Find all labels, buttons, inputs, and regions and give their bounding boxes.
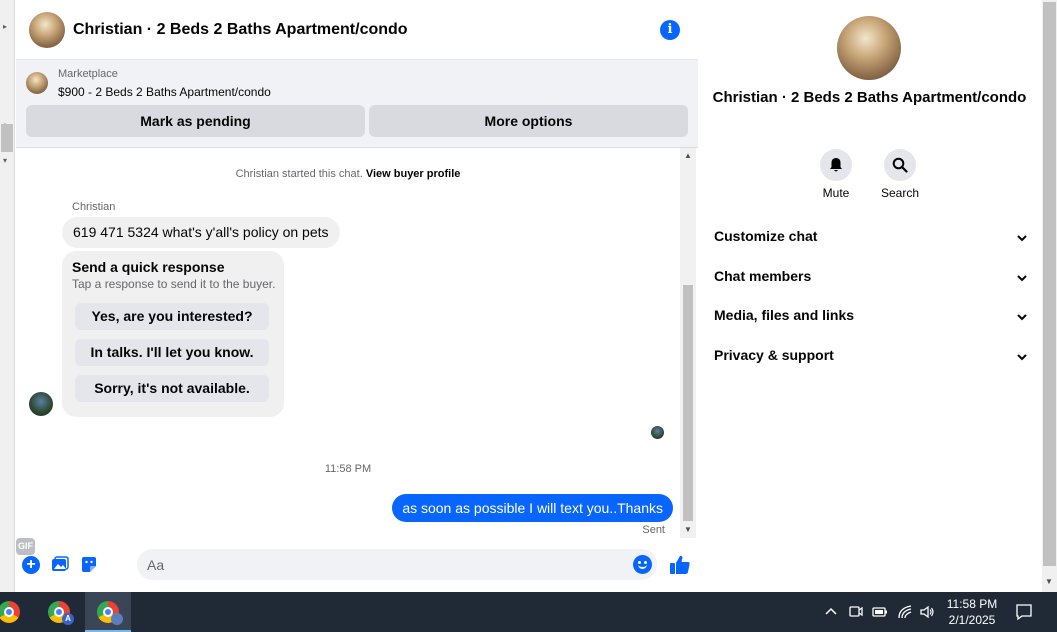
sticker-icon[interactable] xyxy=(80,556,98,574)
chat-info-panel: Christian · 2 Beds 2 Baths Apartment/con… xyxy=(699,0,1042,592)
sender-name: Christian xyxy=(72,201,116,213)
info-icon[interactable]: i xyxy=(660,20,680,40)
media-files-links-section[interactable]: Media, files and links xyxy=(714,307,1029,329)
chrome-icon xyxy=(0,601,20,623)
gif-icon[interactable]: GIF xyxy=(16,538,35,555)
section-label: Customize chat xyxy=(714,228,818,244)
scroll-down-icon[interactable]: ▾ xyxy=(3,156,7,165)
chevron-down-icon xyxy=(1017,275,1027,282)
search-icon xyxy=(892,157,908,173)
emoji-icon[interactable] xyxy=(633,555,652,574)
outgoing-message: as soon as possible I will text you..Tha… xyxy=(392,494,673,522)
message-timestamp: 11:58 PM xyxy=(324,463,372,475)
plus-icon[interactable]: + xyxy=(22,556,40,574)
chevron-down-icon xyxy=(1017,354,1027,361)
mark-as-pending-button[interactable]: Mark as pending xyxy=(26,105,365,137)
thumbs-up-icon[interactable] xyxy=(669,554,691,576)
listing-summary[interactable]: $900 - 2 Beds 2 Baths Apartment/condo xyxy=(58,85,271,99)
scroll-up-icon[interactable]: ▲ xyxy=(684,151,692,160)
quick-response-card: Send a quick response Tap a response to … xyxy=(62,251,284,417)
seen-indicator-avatar xyxy=(651,426,664,439)
marketplace-bar: Marketplace $900 - 2 Beds 2 Baths Apartm… xyxy=(16,60,698,148)
chevron-down-icon xyxy=(1017,314,1027,321)
taskbar-chrome-profile-active[interactable] xyxy=(85,592,131,632)
info-title: Christian · 2 Beds 2 Baths Apartment/con… xyxy=(712,89,1027,106)
message-composer: + GIF xyxy=(16,538,698,592)
taskbar-chrome-profile-a[interactable]: A xyxy=(36,592,82,632)
listing-thumbnail[interactable] xyxy=(26,72,48,94)
left-scrollbar-thumb[interactable] xyxy=(1,124,13,152)
volume-icon[interactable] xyxy=(919,604,935,620)
search-button[interactable] xyxy=(884,149,916,181)
scroll-down-icon[interactable]: ▼ xyxy=(684,525,692,534)
more-options-button[interactable]: More options xyxy=(369,105,688,137)
taskbar: A 11:58 PM 2/1/2025 xyxy=(0,592,1057,632)
mute-button[interactable] xyxy=(820,149,852,181)
message-input-box[interactable] xyxy=(137,549,657,580)
message-list: Christian started this chat. View buyer … xyxy=(16,148,698,538)
left-scrollbar[interactable]: ▸ ▴ ▾ xyxy=(0,0,15,592)
notification-center-icon[interactable] xyxy=(1015,603,1033,621)
clock-time: 11:58 PM xyxy=(946,597,998,611)
sent-status: Sent xyxy=(642,524,665,536)
meet-now-icon[interactable] xyxy=(848,604,864,620)
chat-title[interactable]: Christian · 2 Beds 2 Baths Apartment/con… xyxy=(73,21,408,39)
section-label: Chat members xyxy=(714,268,812,284)
message-scrollbar[interactable]: ▲ ▼ xyxy=(680,148,696,538)
quick-response-title: Send a quick response xyxy=(72,259,225,275)
chevron-down-icon xyxy=(1017,235,1027,242)
info-avatar[interactable] xyxy=(837,16,901,80)
search-label: Search xyxy=(880,186,920,200)
chat-start-text: Christian started this chat. xyxy=(235,168,363,180)
view-buyer-profile-link[interactable]: View buyer profile xyxy=(366,168,461,180)
mute-label: Mute xyxy=(822,186,850,200)
customize-chat-section[interactable]: Customize chat xyxy=(714,228,1029,250)
chat-header: Christian · 2 Beds 2 Baths Apartment/con… xyxy=(16,0,698,60)
scroll-down-icon[interactable]: ▼ xyxy=(1045,577,1053,586)
listing-avatar[interactable] xyxy=(29,12,65,48)
page-scrollbar[interactable]: ▼ xyxy=(1042,0,1057,592)
section-label: Media, files and links xyxy=(714,307,855,323)
photo-icon[interactable] xyxy=(51,556,69,574)
chat-panel: Christian · 2 Beds 2 Baths Apartment/con… xyxy=(16,0,698,592)
bell-icon xyxy=(830,158,842,172)
marketplace-label: Marketplace xyxy=(58,68,118,80)
wifi-icon[interactable] xyxy=(897,604,913,620)
chat-members-section[interactable]: Chat members xyxy=(714,268,1029,290)
privacy-support-section[interactable]: Privacy & support xyxy=(714,347,1029,369)
scroll-right-icon[interactable]: ▸ xyxy=(3,22,7,31)
message-scrollbar-thumb[interactable] xyxy=(683,285,693,521)
quick-response-subtitle: Tap a response to send it to the buyer. xyxy=(72,277,276,291)
page-scrollbar-thumb[interactable] xyxy=(1043,2,1056,566)
clock-date: 2/1/2025 xyxy=(948,613,996,627)
battery-icon[interactable] xyxy=(872,604,888,620)
profile-badge: A xyxy=(62,613,74,625)
chat-start-notice: Christian started this chat. View buyer … xyxy=(16,168,680,180)
show-hidden-icons-icon[interactable] xyxy=(823,604,839,620)
message-input[interactable] xyxy=(147,549,617,580)
quick-response-interested[interactable]: Yes, are you interested? xyxy=(75,303,269,330)
quick-response-in-talks[interactable]: In talks. I'll let you know. xyxy=(75,339,269,366)
incoming-message: 619 471 5324 what's y'all's policy on pe… xyxy=(62,217,340,248)
taskbar-clock[interactable]: 11:58 PM 2/1/2025 xyxy=(940,596,1004,628)
quick-response-not-available[interactable]: Sorry, it's not available. xyxy=(75,375,269,402)
sender-avatar[interactable] xyxy=(29,392,53,416)
taskbar-chrome-app[interactable] xyxy=(0,592,32,632)
profile-user-icon xyxy=(111,613,123,625)
section-label: Privacy & support xyxy=(714,347,834,363)
